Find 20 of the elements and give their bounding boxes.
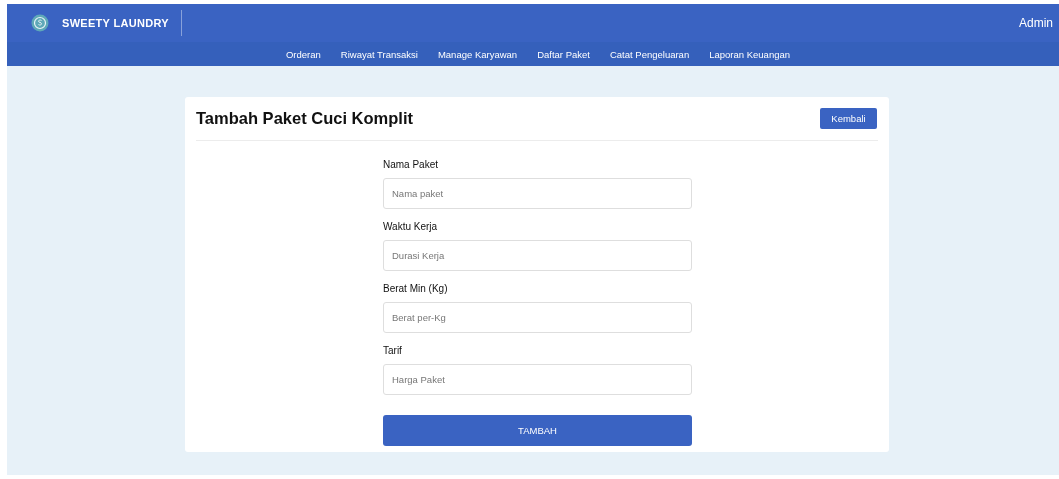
submit-button[interactable]: TAMBAH <box>383 415 692 446</box>
nav-link[interactable]: Manage Karyawan <box>437 48 518 60</box>
nav-link[interactable]: Riwayat Transaksi <box>340 48 418 60</box>
logo-icon <box>31 14 49 32</box>
nav-link[interactable]: Laporan Keuangan <box>709 48 790 60</box>
field-label: Tarif <box>383 345 403 356</box>
field-label: Waktu Kerja <box>383 221 439 232</box>
nav-link[interactable]: Catat Pengeluaran <box>609 48 690 60</box>
input-field[interactable]: Nama paket <box>383 178 692 209</box>
field-label: Berat Min (Kg) <box>383 283 449 294</box>
card-title: Tambah Paket Cuci Komplit <box>196 109 413 128</box>
brand-name: SWEETY LAUNDRY <box>62 17 169 29</box>
field-label: Nama Paket <box>383 159 440 170</box>
user-name[interactable]: Admin <box>1019 16 1053 30</box>
nav-link[interactable]: Orderan <box>285 48 321 60</box>
nav-link[interactable]: Daftar Paket <box>537 48 590 60</box>
input-field[interactable]: Berat per-Kg <box>383 302 692 333</box>
input-field[interactable]: Durasi Kerja <box>383 240 692 271</box>
back-button[interactable]: Kembali <box>820 108 877 129</box>
input-field[interactable]: Harga Paket <box>383 364 692 395</box>
